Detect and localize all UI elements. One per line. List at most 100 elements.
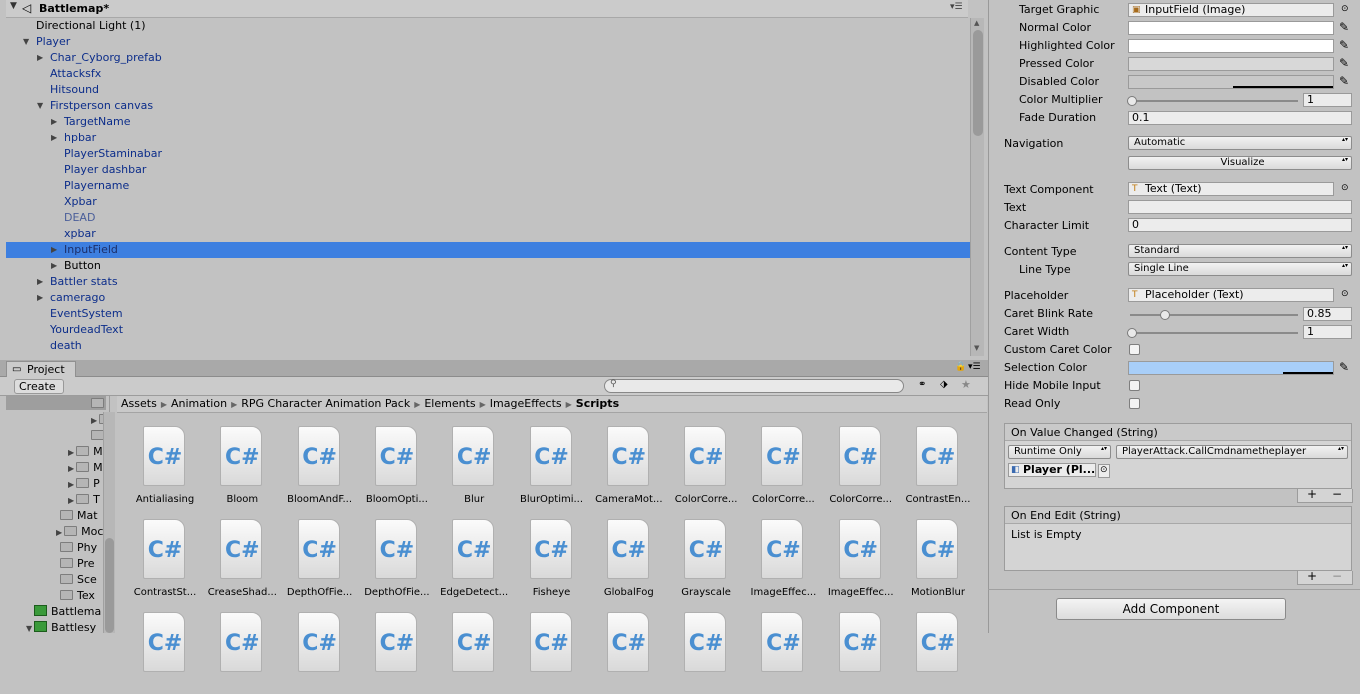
breadcrumb-item[interactable]: RPG Character Animation Pack (237, 396, 414, 412)
asset-tile[interactable]: C# EdgeDetect... (439, 519, 509, 601)
asset-tile[interactable]: C# DepthOfFie... (362, 519, 432, 601)
visualize-button[interactable]: Visualize (1128, 156, 1352, 170)
asset-tile[interactable]: C# GlobalFog (594, 519, 664, 601)
normal-color-swatch[interactable] (1128, 21, 1334, 35)
caret-width-knob[interactable] (1127, 328, 1137, 338)
asset-tile[interactable]: C# (748, 612, 818, 694)
hierarchy-item[interactable]: YourdeadText (6, 322, 970, 338)
highlighted-color-swatch[interactable] (1128, 39, 1334, 53)
fold-closed-icon[interactable]: ▶ (37, 290, 47, 306)
breadcrumb-item[interactable]: Scripts (572, 396, 623, 412)
caret-width-input[interactable]: 1 (1303, 325, 1352, 339)
tab-project[interactable]: ▭ Project (6, 361, 76, 377)
asset-tile[interactable]: C# Grayscale (671, 519, 741, 601)
hierarchy-item[interactable]: Directional Light (1) (6, 18, 970, 34)
asset-tile[interactable]: C# DepthOfFie... (285, 519, 355, 601)
remove-event-button[interactable]: − (1332, 487, 1342, 501)
hierarchy-item[interactable]: ▶ TargetName (6, 114, 970, 130)
add-event-button[interactable]: + (1307, 487, 1317, 501)
caret-blink-track[interactable] (1130, 314, 1298, 316)
hierarchy-item[interactable]: PlayerStaminabar (6, 146, 970, 162)
folder-tree-item[interactable]: ▶ Moc (56, 524, 103, 540)
asset-tile[interactable]: C# Blur (439, 426, 509, 508)
fold-open-icon[interactable]: ▼ (37, 98, 47, 114)
folder-tree-item[interactable]: ▼ Battlesy (26, 620, 96, 633)
asset-tile[interactable]: C# ContrastEn... (903, 426, 973, 508)
asset-tile[interactable]: C# (207, 612, 277, 694)
asset-tile[interactable]: C# ColorCorre... (826, 426, 896, 508)
hierarchy-item[interactable]: ▶ Battler stats (6, 274, 970, 290)
asset-tile[interactable]: C# (130, 612, 200, 694)
hierarchy-item[interactable]: Playername (6, 178, 970, 194)
event-object-field[interactable]: ◧ Player (Pl... (1008, 463, 1096, 477)
asset-tile[interactable]: C# (439, 612, 509, 694)
eyedropper-icon[interactable]: ✎ (1339, 56, 1352, 70)
hierarchy-item[interactable]: Xpbar (6, 194, 970, 210)
hierarchy-item[interactable]: EventSystem (6, 306, 970, 322)
folder-tree-item[interactable]: Battlema (34, 604, 101, 620)
folder-tree-item[interactable]: ▶ M (68, 444, 103, 460)
asset-tile[interactable]: C# (285, 612, 355, 694)
hide-mobile-checkbox[interactable] (1129, 380, 1140, 391)
fold-closed-icon[interactable]: ▶ (56, 528, 62, 537)
lock-icon[interactable]: 🔒 (955, 362, 966, 372)
filter-by-type-icon[interactable]: ⚭ (918, 379, 926, 390)
hierarchy-scroll-thumb[interactable] (973, 30, 983, 136)
asset-tile[interactable]: C# (362, 612, 432, 694)
color-multiplier-track[interactable] (1130, 100, 1298, 102)
hierarchy-item[interactable]: death (6, 338, 970, 354)
runtime-dropdown[interactable]: Runtime Only (1008, 445, 1111, 459)
hierarchy-item[interactable]: ▼ Player (6, 34, 970, 50)
fold-closed-icon[interactable]: ▶ (37, 50, 47, 66)
hierarchy-item[interactable]: ▶ InputField (6, 242, 970, 258)
asset-tile[interactable]: C# (517, 612, 587, 694)
folder-tree-item[interactable]: Tex (60, 588, 95, 604)
asset-tile[interactable]: C# CameraMot... (594, 426, 664, 508)
asset-tile[interactable]: C# Fisheye (517, 519, 587, 601)
line-type-dropdown[interactable]: Single Line (1128, 262, 1352, 276)
folder-tree-item[interactable]: Pre (60, 556, 95, 572)
tree-scroll-thumb[interactable] (105, 538, 114, 633)
custom-caret-checkbox[interactable] (1129, 344, 1140, 355)
disabled-color-swatch[interactable] (1128, 75, 1334, 89)
fold-closed-icon[interactable]: ▶ (68, 480, 74, 489)
fold-open-icon[interactable]: ▼ (10, 1, 17, 11)
fold-closed-icon[interactable]: ▶ (37, 274, 47, 290)
scroll-up-icon[interactable]: ▲ (974, 19, 979, 27)
fold-closed-icon[interactable]: ▶ (51, 242, 61, 258)
hierarchy-scene-header[interactable]: ▼ ◁ Battlemap* ▾☰ (6, 0, 968, 18)
color-multiplier-input[interactable]: 1 (1303, 93, 1352, 107)
folder-tree-item[interactable]: ▶ T (68, 492, 100, 508)
hierarchy-item[interactable]: Player dashbar (6, 162, 970, 178)
caret-blink-input[interactable]: 0.85 (1303, 307, 1352, 321)
project-search-input[interactable]: ⚲ (604, 379, 904, 393)
eyedropper-icon[interactable]: ✎ (1339, 38, 1352, 52)
object-picker-icon[interactable]: ⊙ (1341, 183, 1349, 193)
placeholder-field[interactable]: T Placeholder (Text) (1128, 288, 1334, 302)
asset-tile[interactable]: C# Antialiasing (130, 426, 200, 508)
asset-tile[interactable]: C# BloomOpti... (362, 426, 432, 508)
hierarchy-item[interactable]: xpbar (6, 226, 970, 242)
asset-tile[interactable]: C# ColorCorre... (748, 426, 818, 508)
hierarchy-item[interactable]: ▶ Button (6, 258, 970, 274)
folder-tree-item[interactable]: ▶ M (68, 460, 103, 476)
asset-tile[interactable]: C# ImageEffec... (748, 519, 818, 601)
caret-width-track[interactable] (1130, 332, 1298, 334)
hierarchy-item[interactable]: ▶ Char_Cyborg_prefab (6, 50, 970, 66)
add-end-edit-button[interactable]: + (1307, 569, 1317, 583)
hierarchy-item[interactable]: ▶ camerago (6, 290, 970, 306)
eyedropper-icon[interactable]: ✎ (1339, 20, 1352, 34)
caret-blink-knob[interactable] (1160, 310, 1170, 320)
asset-tile[interactable]: C# (903, 612, 973, 694)
folder-tree-item[interactable] (91, 396, 108, 412)
fade-duration-input[interactable]: 0.1 (1128, 111, 1352, 125)
asset-tile[interactable]: C# MotionBlur (903, 519, 973, 601)
asset-tile[interactable]: C# CreaseShad... (207, 519, 277, 601)
fold-closed-icon[interactable]: ▶ (91, 416, 97, 425)
hierarchy-item[interactable]: ▼ Firstperson canvas (6, 98, 970, 114)
folder-tree-item[interactable]: Sce (60, 572, 97, 588)
asset-tile[interactable]: C# Bloom (207, 426, 277, 508)
read-only-checkbox[interactable] (1129, 398, 1140, 409)
object-picker-icon[interactable]: ⊙ (1341, 4, 1349, 14)
asset-tile[interactable]: C# (671, 612, 741, 694)
